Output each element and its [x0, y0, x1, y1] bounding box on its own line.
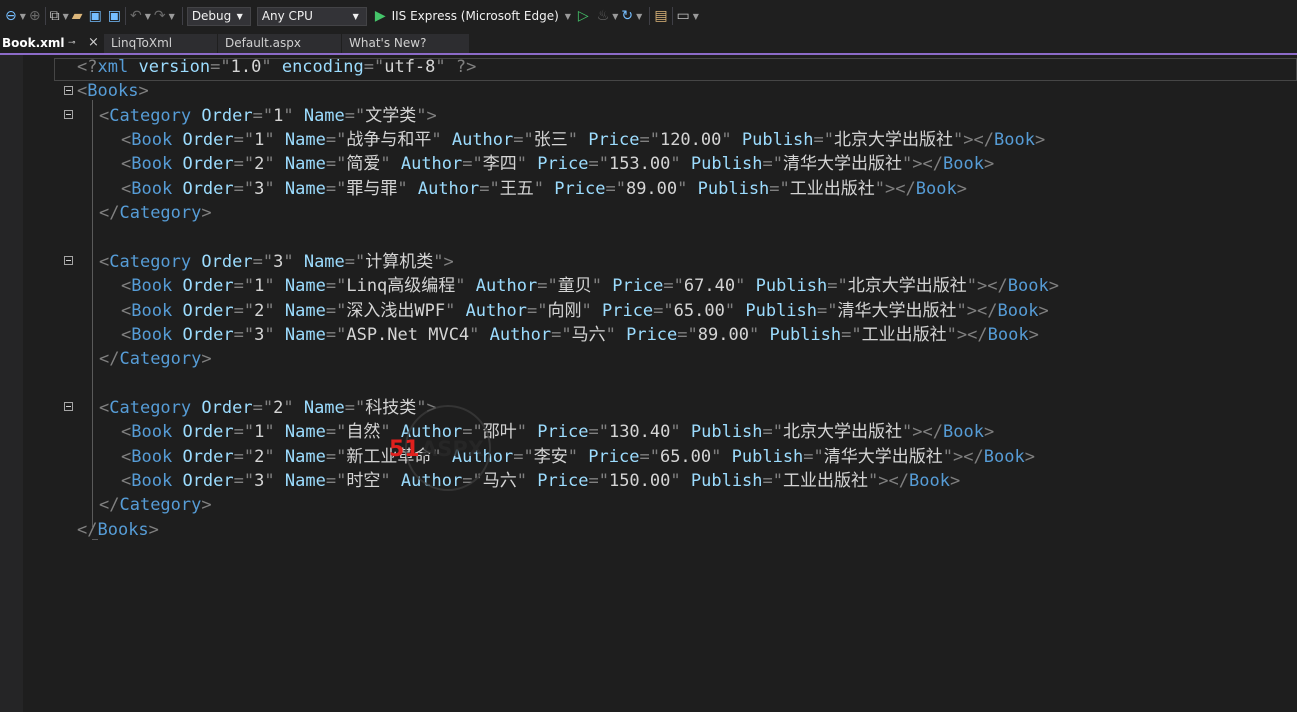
code-line-book: <Book Order="1" Name="Linq高级编程" Author="…	[121, 276, 1059, 297]
toolbar-divider	[649, 7, 651, 25]
tab-label: Default.aspx	[225, 36, 301, 50]
browse-files-button[interactable]: ▤	[654, 5, 667, 27]
toolbar: ⊖ ▼ ⊕ ⧉ ▼ ▰ ▣ ▣ ↶ ▼ ↷ ▼ Debug ▼ Any CPU …	[0, 0, 1297, 32]
code-line-book: <Book Order="1" Name="自然" Author="邵叶" Pr…	[121, 422, 995, 443]
save-button[interactable]: ▣	[89, 5, 102, 27]
window-layout-button[interactable]: ▭ ▼	[677, 5, 702, 27]
code-line-category-open: <Category Order="1" Name="文学类">	[99, 105, 437, 126]
forward-nav-button[interactable]: ⊕	[29, 5, 41, 27]
document-tab-strip: Book.xml ⊸ × LinqToXml Default.aspx What…	[0, 34, 1297, 54]
code-line-category-close: </Category>	[99, 203, 212, 224]
code-line-book: <Book Order="3" Name="时空" Author="马六" Pr…	[121, 470, 961, 491]
navigate-forward-icon: ⊕	[28, 8, 41, 24]
toolbar-divider	[44, 7, 46, 25]
code-line-book: <Book Order="2" Name="新工业革命" Author="李安"…	[121, 446, 1035, 467]
navigate-back-icon: ⊖	[5, 8, 17, 24]
chevron-down-icon: ▼	[612, 11, 619, 21]
chevron-down-icon: ▼	[144, 11, 151, 21]
collapse-category-3-toggle[interactable]	[64, 402, 73, 411]
code-line-book: <Book Order="2" Name="深入浅出WPF" Author="向…	[121, 300, 1049, 321]
chevron-down-icon: ▼	[692, 11, 699, 21]
start-without-debugging-button[interactable]: ▷	[578, 5, 589, 27]
chevron-down-icon: ▼	[236, 11, 243, 21]
file-browse-icon: ▤	[654, 8, 668, 24]
code-line-category-open: <Category Order="2" Name="科技类">	[99, 397, 437, 418]
save-icon: ▣	[88, 8, 102, 24]
chevron-down-icon: ▼	[168, 11, 175, 21]
code-line-category-open: <Category Order="3" Name="计算机类">	[99, 251, 454, 272]
pin-icon[interactable]: ⊸	[68, 34, 76, 53]
tab-label: What's New?	[349, 36, 427, 50]
collapse-category-2-toggle[interactable]	[64, 256, 73, 265]
code-line-books-close: </Books>	[77, 519, 159, 540]
code-line-declaration: <?xml version="1.0" encoding="utf-8" ?>	[77, 57, 477, 77]
tab-whats-new[interactable]: What's New?	[342, 34, 470, 53]
tab-default-aspx[interactable]: Default.aspx	[218, 34, 342, 53]
tab-label: Book.xml	[2, 36, 65, 50]
chevron-down-icon: ▼	[636, 11, 643, 21]
start-debugging-button[interactable]: ▶ IIS Express (Microsoft Edge) ▼	[375, 5, 574, 27]
watermark-text-dark: ASPX	[421, 437, 484, 461]
code-line-books-open: <Books>	[77, 81, 149, 102]
window-layout-icon: ▭	[676, 8, 690, 24]
browser-refresh-button[interactable]: ↻ ▼	[621, 5, 645, 27]
collapse-category-1-toggle[interactable]	[64, 110, 73, 119]
flame-icon: ♨	[596, 8, 610, 24]
play-outline-icon: ▷	[577, 8, 589, 24]
undo-icon: ↶	[130, 8, 142, 24]
close-icon[interactable]: ×	[88, 33, 99, 52]
chevron-down-icon: ▼	[352, 11, 359, 21]
back-nav-button[interactable]: ⊖ ▼	[5, 5, 29, 27]
save-all-button[interactable]: ▣	[108, 5, 121, 27]
chevron-down-icon: ▼	[564, 11, 571, 21]
new-project-icon: ⧉	[49, 8, 60, 24]
tab-linqtoxml[interactable]: LinqToXml	[104, 34, 218, 53]
refresh-icon: ↻	[621, 8, 634, 24]
code-line-category-close: </Category>	[99, 495, 212, 516]
code-line-category-close: </Category>	[99, 349, 212, 370]
redo-icon: ↷	[153, 8, 166, 24]
open-file-button[interactable]: ▰	[72, 5, 83, 27]
collapse-books-toggle[interactable]	[64, 86, 73, 95]
tab-book-xml[interactable]: Book.xml ⊸ ×	[0, 34, 104, 53]
code-line-book: <Book Order="3" Name="ASP.Net MVC4" Auth…	[121, 324, 1039, 345]
play-icon: ▶	[374, 8, 386, 24]
run-target-label: IIS Express (Microsoft Edge)	[391, 9, 559, 23]
platform-value: Any CPU	[261, 9, 313, 23]
chevron-down-icon: ▼	[19, 11, 26, 21]
save-all-icon: ▣	[107, 8, 122, 24]
watermark-text-red: 51	[389, 437, 420, 462]
redo-button[interactable]: ↷ ▼	[154, 5, 178, 27]
fold-guide	[92, 100, 93, 527]
chevron-down-icon: ▼	[62, 11, 69, 21]
new-project-button[interactable]: ⧉ ▼	[50, 5, 72, 27]
solution-config-value: Debug	[191, 9, 232, 23]
platform-dropdown[interactable]: Any CPU ▼	[256, 6, 367, 26]
code-line-book: <Book Order="3" Name="罪与罪" Author="王五" P…	[121, 178, 967, 199]
tab-label: LinqToXml	[111, 36, 173, 50]
toolbar-divider	[181, 7, 183, 25]
hot-reload-button[interactable]: ♨ ▼	[597, 5, 622, 27]
site-watermark: 51 ASPX	[389, 405, 491, 491]
code-line-book: <Book Order="2" Name="简爱" Author="李四" Pr…	[121, 154, 995, 175]
indicator-margin	[0, 55, 23, 712]
undo-button[interactable]: ↶ ▼	[130, 5, 154, 27]
toolbar-divider	[125, 7, 127, 25]
code-line-book: <Book Order="1" Name="战争与和平" Author="张三"…	[121, 130, 1046, 151]
toolbar-divider	[671, 7, 673, 25]
solution-config-dropdown[interactable]: Debug ▼	[186, 6, 251, 26]
folder-open-icon: ▰	[71, 8, 83, 24]
